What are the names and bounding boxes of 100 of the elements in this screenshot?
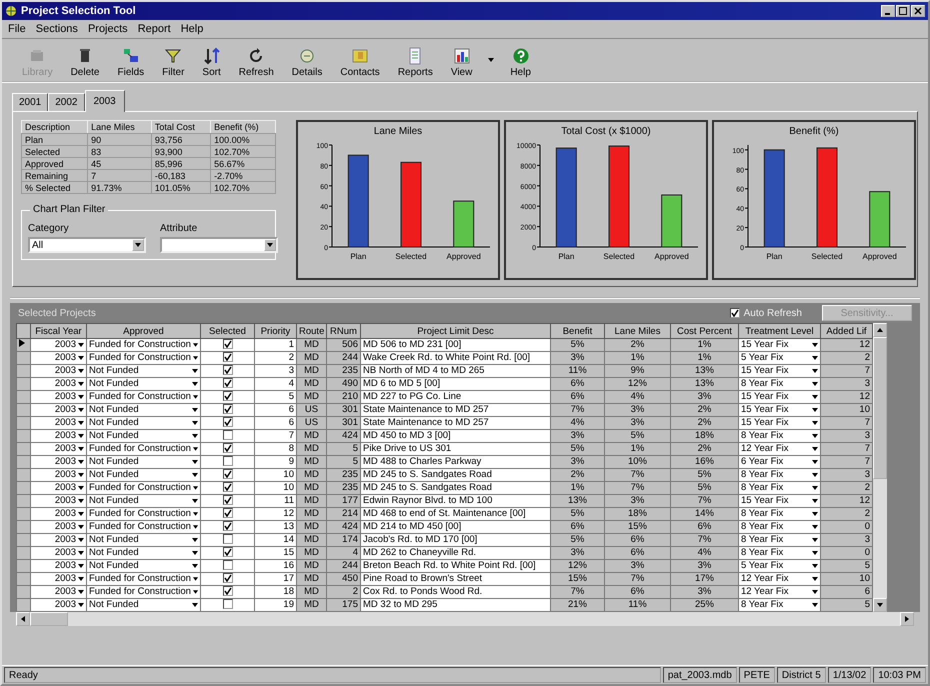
- approved-dropdown[interactable]: Not Funded: [86, 560, 200, 572]
- treatment-dropdown[interactable]: 5 Year Fix: [738, 352, 820, 364]
- fiscal-year-dropdown[interactable]: 2003: [30, 586, 86, 598]
- fiscal-year-dropdown[interactable]: 2003: [30, 430, 86, 442]
- selected-checkbox[interactable]: [222, 560, 232, 570]
- approved-dropdown[interactable]: Funded for Construction: [86, 390, 200, 404]
- selected-checkbox[interactable]: [222, 496, 232, 506]
- menu-item[interactable]: Report: [138, 23, 171, 35]
- year-tab[interactable]: 2001: [12, 93, 48, 111]
- column-header[interactable]: Priority: [254, 324, 296, 338]
- fiscal-year-dropdown[interactable]: 2003: [30, 416, 86, 430]
- fiscal-year-dropdown[interactable]: 2003: [30, 534, 86, 546]
- row-selector[interactable]: [16, 338, 30, 352]
- treatment-dropdown[interactable]: 12 Year Fix: [738, 442, 820, 456]
- approved-dropdown[interactable]: Not Funded: [86, 456, 200, 468]
- minimize-button[interactable]: [881, 5, 895, 17]
- toolbar-button[interactable]: Details: [290, 47, 324, 78]
- treatment-dropdown[interactable]: 12 Year Fix: [738, 586, 820, 598]
- fiscal-year-dropdown[interactable]: 2003: [30, 494, 86, 508]
- attribute-dropdown[interactable]: [160, 237, 278, 253]
- treatment-dropdown[interactable]: 8 Year Fix: [738, 546, 820, 560]
- column-header[interactable]: Project Limit Desc: [360, 324, 550, 338]
- toolbar-button[interactable]: Reports: [396, 47, 435, 78]
- maximize-button[interactable]: [896, 5, 910, 17]
- fiscal-year-dropdown[interactable]: 2003: [30, 546, 86, 560]
- approved-dropdown[interactable]: Funded for Construction: [86, 572, 200, 586]
- treatment-dropdown[interactable]: 6 Year Fix: [738, 456, 820, 468]
- approved-dropdown[interactable]: Funded for Construction: [86, 508, 200, 520]
- toolbar-button[interactable]: Filter: [160, 47, 186, 78]
- treatment-dropdown[interactable]: 15 Year Fix: [738, 364, 820, 378]
- fiscal-year-dropdown[interactable]: 2003: [30, 442, 86, 456]
- treatment-dropdown[interactable]: 8 Year Fix: [738, 520, 820, 534]
- fiscal-year-dropdown[interactable]: 2003: [30, 364, 86, 378]
- toolbar-button[interactable]: Help: [508, 47, 533, 78]
- approved-dropdown[interactable]: Not Funded: [86, 430, 200, 442]
- approved-dropdown[interactable]: Not Funded: [86, 364, 200, 378]
- treatment-dropdown[interactable]: 8 Year Fix: [738, 534, 820, 546]
- column-header[interactable]: Selected: [200, 324, 254, 338]
- scrollbar-thumb[interactable]: [873, 337, 887, 479]
- treatment-dropdown[interactable]: 8 Year Fix: [738, 508, 820, 520]
- fiscal-year-dropdown[interactable]: 2003: [30, 508, 86, 520]
- treatment-dropdown[interactable]: 8 Year Fix: [738, 468, 820, 482]
- menu-item[interactable]: Help: [180, 23, 204, 35]
- fiscal-year-dropdown[interactable]: 2003: [30, 390, 86, 404]
- fiscal-year-dropdown[interactable]: 2003: [30, 352, 86, 364]
- fiscal-year-dropdown[interactable]: 2003: [30, 404, 86, 416]
- treatment-dropdown[interactable]: 8 Year Fix: [738, 482, 820, 494]
- approved-dropdown[interactable]: Funded for Construction: [86, 442, 200, 456]
- fiscal-year-dropdown[interactable]: 2003: [30, 560, 86, 572]
- selected-checkbox[interactable]: [222, 574, 232, 584]
- selected-checkbox[interactable]: [222, 586, 232, 596]
- selected-checkbox[interactable]: [222, 482, 232, 492]
- column-header[interactable]: RNum: [326, 324, 360, 338]
- treatment-dropdown[interactable]: 15 Year Fix: [738, 390, 820, 404]
- selected-checkbox[interactable]: [222, 340, 232, 350]
- column-header[interactable]: Approved: [86, 324, 200, 338]
- selected-checkbox[interactable]: [222, 366, 232, 376]
- scrollbar-thumb[interactable]: [30, 612, 68, 626]
- menu-item[interactable]: Sections: [36, 23, 78, 35]
- fiscal-year-dropdown[interactable]: 2003: [30, 482, 86, 494]
- column-header[interactable]: Added Lif: [820, 324, 872, 338]
- vertical-scrollbar[interactable]: [873, 323, 887, 612]
- toolbar-button[interactable]: View: [448, 47, 474, 78]
- treatment-dropdown[interactable]: 5 Year Fix: [738, 560, 820, 572]
- dropdown-arrow-icon[interactable]: [488, 58, 494, 62]
- selected-checkbox[interactable]: [222, 404, 232, 414]
- treatment-dropdown[interactable]: 12 Year Fix: [738, 572, 820, 586]
- horizontal-scrollbar[interactable]: [16, 612, 914, 626]
- approved-dropdown[interactable]: Not Funded: [86, 494, 200, 508]
- fiscal-year-dropdown[interactable]: 2003: [30, 572, 86, 586]
- column-header[interactable]: Fiscal Year: [30, 324, 86, 338]
- approved-dropdown[interactable]: Funded for Construction: [86, 586, 200, 598]
- approved-dropdown[interactable]: Funded for Construction: [86, 520, 200, 534]
- selected-checkbox[interactable]: [222, 508, 232, 518]
- scroll-down-button[interactable]: [873, 598, 887, 612]
- treatment-dropdown[interactable]: 15 Year Fix: [738, 416, 820, 430]
- toolbar-button[interactable]: Refresh: [236, 47, 276, 78]
- treatment-dropdown[interactable]: 15 Year Fix: [738, 338, 820, 352]
- year-tab[interactable]: 2003: [84, 90, 125, 112]
- toolbar-button[interactable]: Sort: [200, 47, 223, 78]
- treatment-dropdown[interactable]: 15 Year Fix: [738, 404, 820, 416]
- selected-checkbox[interactable]: [222, 378, 232, 388]
- close-button[interactable]: [911, 5, 925, 17]
- selected-checkbox[interactable]: [222, 548, 232, 558]
- fiscal-year-dropdown[interactable]: 2003: [30, 520, 86, 534]
- column-header[interactable]: Treatment Level: [738, 324, 820, 338]
- selected-checkbox[interactable]: [222, 600, 232, 610]
- toolbar-button[interactable]: Contacts: [338, 47, 382, 78]
- year-tab[interactable]: 2002: [48, 93, 84, 111]
- approved-dropdown[interactable]: Not Funded: [86, 378, 200, 390]
- selected-checkbox[interactable]: [222, 470, 232, 480]
- toolbar-button[interactable]: Fields: [115, 47, 146, 78]
- column-header[interactable]: Cost Percent: [670, 324, 738, 338]
- column-header[interactable]: Route: [296, 324, 326, 338]
- approved-dropdown[interactable]: Funded for Construction: [86, 338, 200, 352]
- auto-refresh-checkbox[interactable]: [730, 308, 740, 318]
- approved-dropdown[interactable]: Not Funded: [86, 546, 200, 560]
- column-header[interactable]: Benefit: [550, 324, 604, 338]
- approved-dropdown[interactable]: Funded for Construction: [86, 352, 200, 364]
- selected-checkbox[interactable]: [222, 444, 232, 454]
